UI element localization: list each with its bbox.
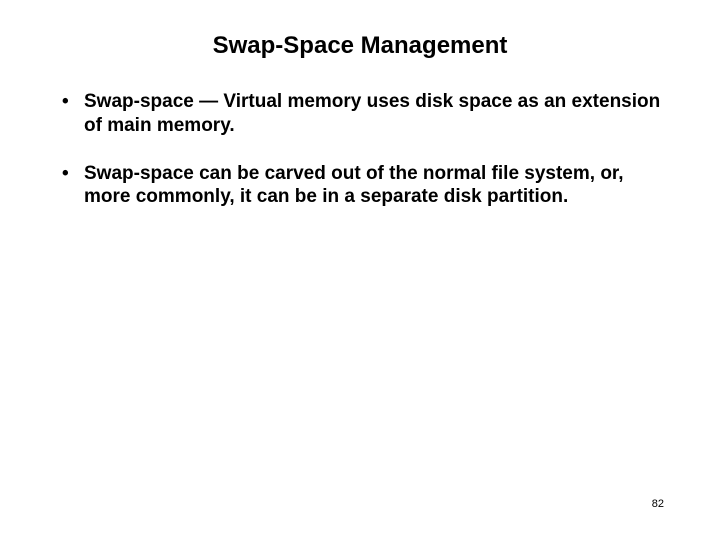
slide-title: Swap-Space Management	[56, 32, 664, 60]
page-number: 82	[652, 498, 664, 510]
bullet-item: Swap-space — Virtual memory uses disk sp…	[56, 90, 664, 138]
bullet-list: Swap-space — Virtual memory uses disk sp…	[56, 90, 664, 209]
bullet-item: Swap-space can be carved out of the norm…	[56, 162, 664, 210]
slide: Swap-Space Management Swap-space — Virtu…	[0, 0, 720, 540]
